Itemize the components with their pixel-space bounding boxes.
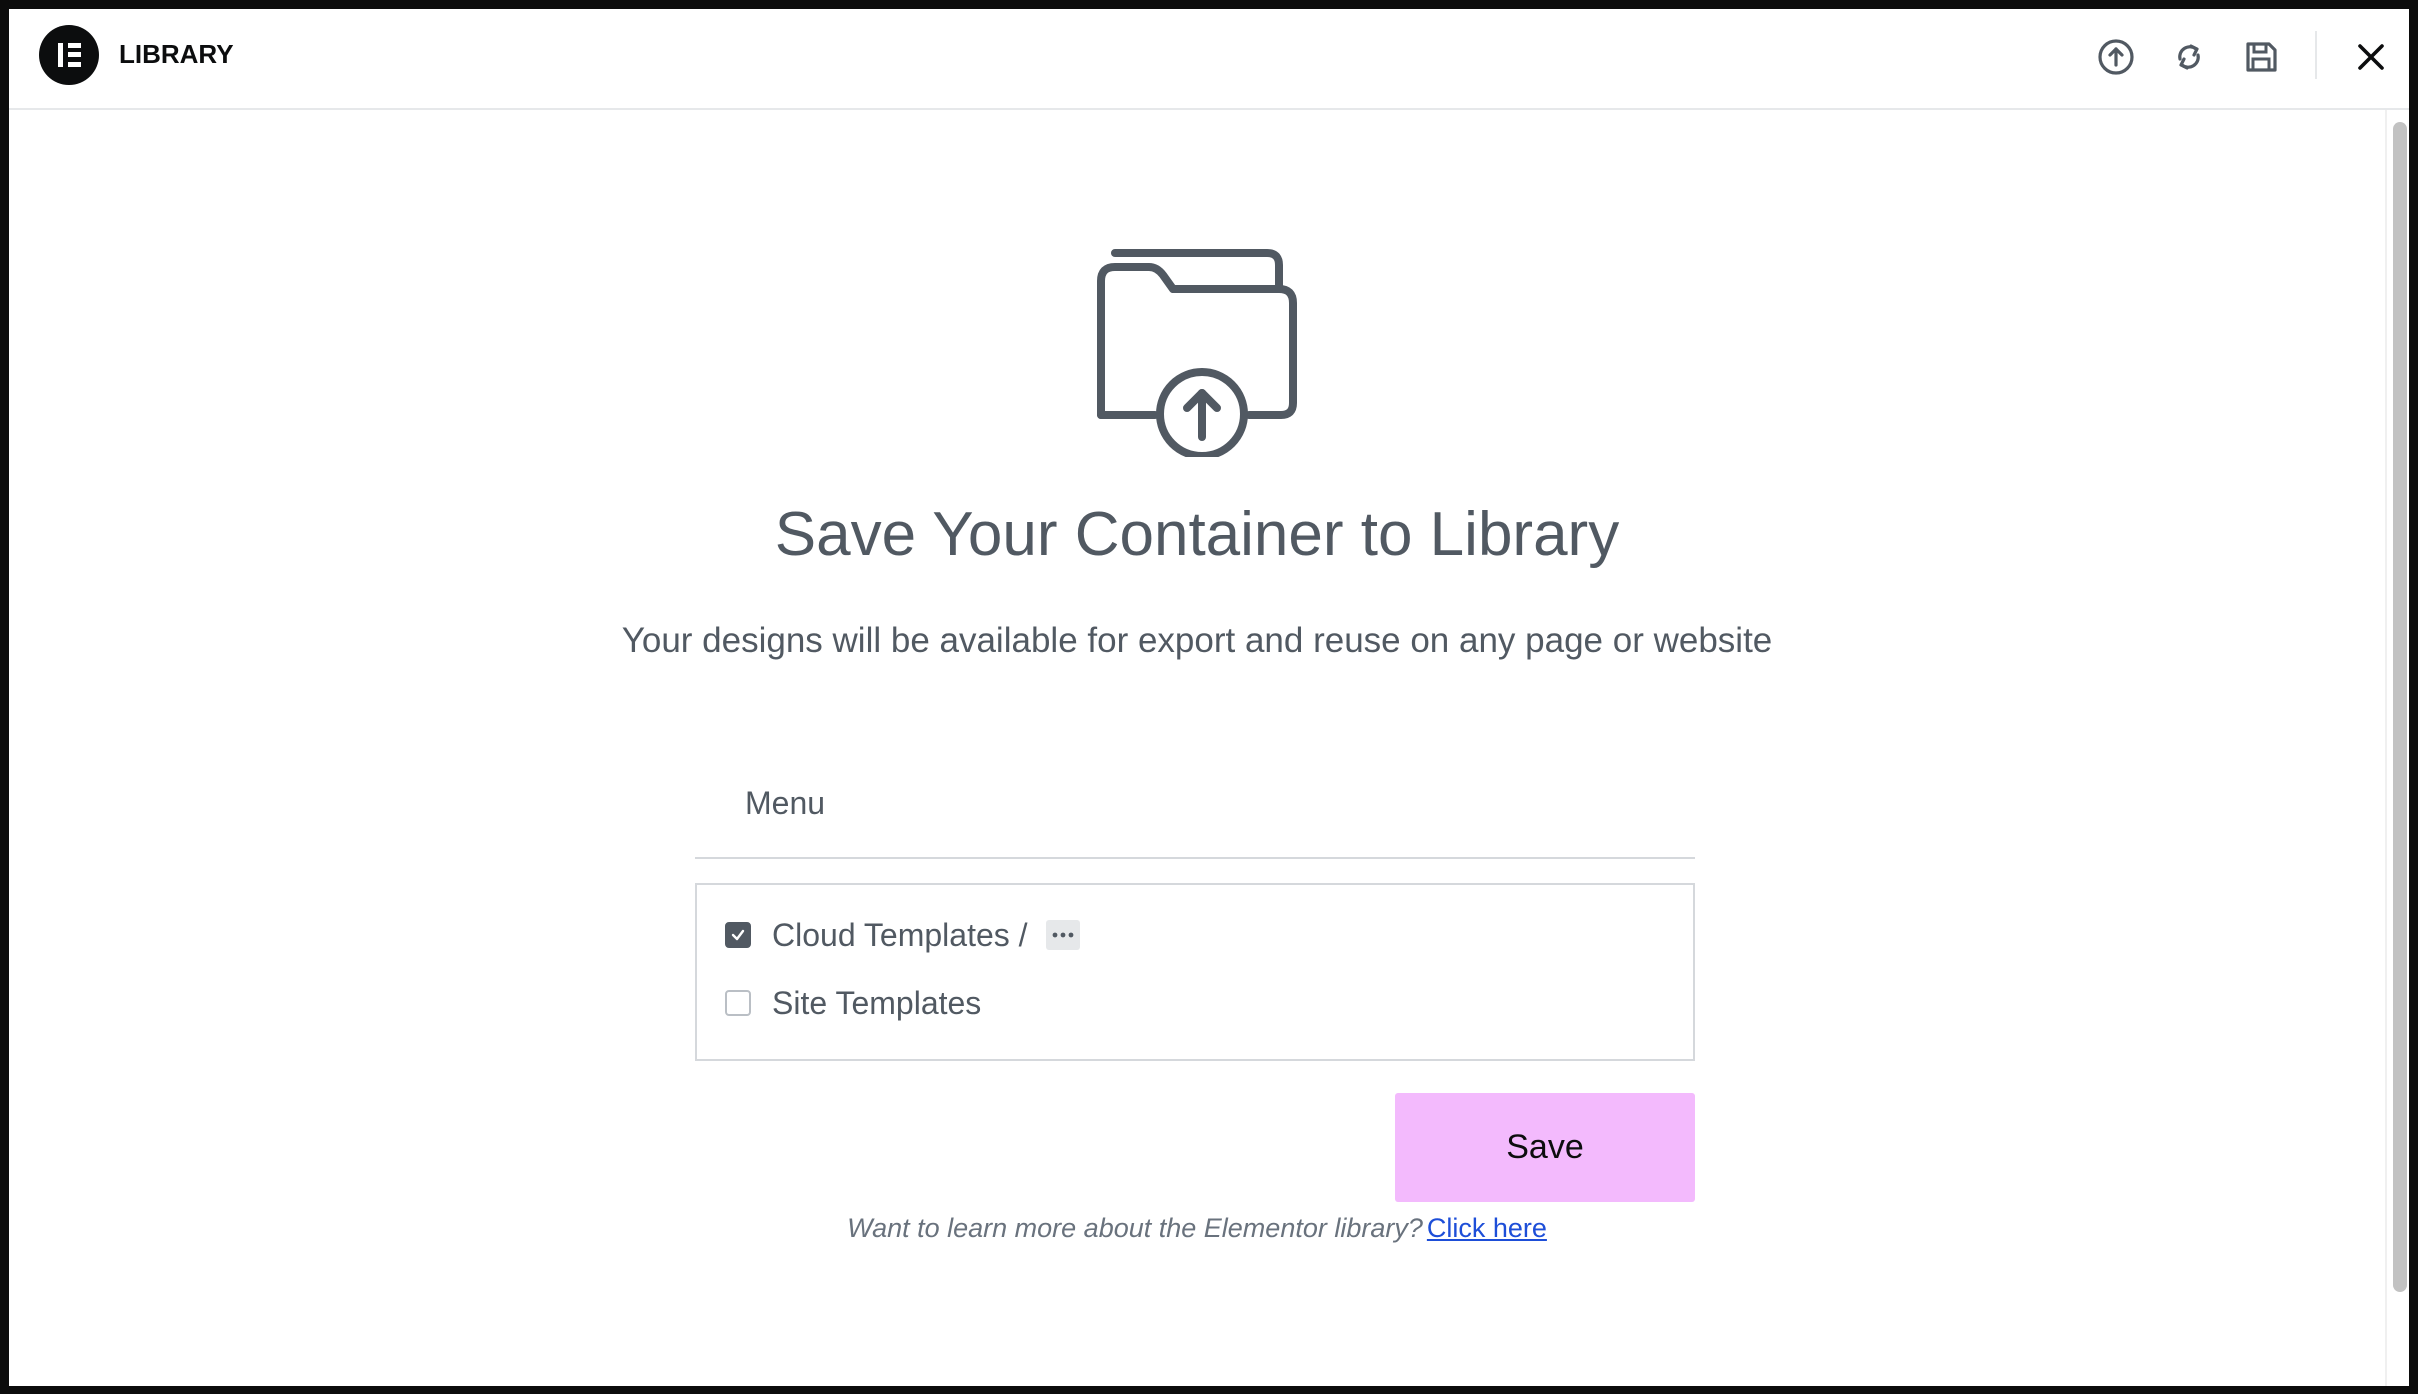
library-modal: LIBRARY Save Your Container to Library Y…: [9, 9, 2409, 1386]
scrollbar-thumb[interactable]: [2393, 122, 2407, 1292]
site-templates-label: Site Templates: [772, 984, 982, 1021]
sync-icon[interactable]: [2161, 29, 2217, 85]
page-subtitle: Your designs will be available for expor…: [621, 621, 1773, 660]
click-here-link[interactable]: Click here: [1427, 1213, 1547, 1243]
save-button[interactable]: Save: [1395, 1093, 1695, 1202]
template-name-input[interactable]: [695, 749, 1695, 859]
scrollbar[interactable]: [2385, 110, 2409, 1386]
folder-upload-icon: [1089, 237, 1309, 460]
close-icon[interactable]: [2343, 29, 2399, 85]
location-selector: Cloud Templates / Site Templates: [695, 883, 1695, 1061]
location-site-templates[interactable]: Site Templates: [725, 983, 981, 1023]
upload-icon[interactable]: [2088, 29, 2144, 85]
page-title: Save Your Container to Library: [774, 500, 1620, 569]
site-templates-checkbox[interactable]: [725, 990, 751, 1016]
more-options-button[interactable]: [1045, 920, 1080, 950]
cloud-templates-checkbox[interactable]: [725, 922, 751, 948]
library-title: LIBRARY: [119, 39, 234, 69]
save-icon[interactable]: [2233, 29, 2289, 85]
help-question: Want to learn more about the Elementor l…: [847, 1213, 1423, 1243]
location-cloud-templates[interactable]: Cloud Templates /: [725, 915, 1080, 955]
cloud-templates-label: Cloud Templates /: [772, 916, 1028, 953]
elementor-logo-icon: [39, 25, 99, 85]
header-divider: [2315, 31, 2317, 79]
library-header: LIBRARY: [9, 9, 2409, 110]
library-help-note: Want to learn more about the Elementor l…: [9, 1213, 2385, 1244]
